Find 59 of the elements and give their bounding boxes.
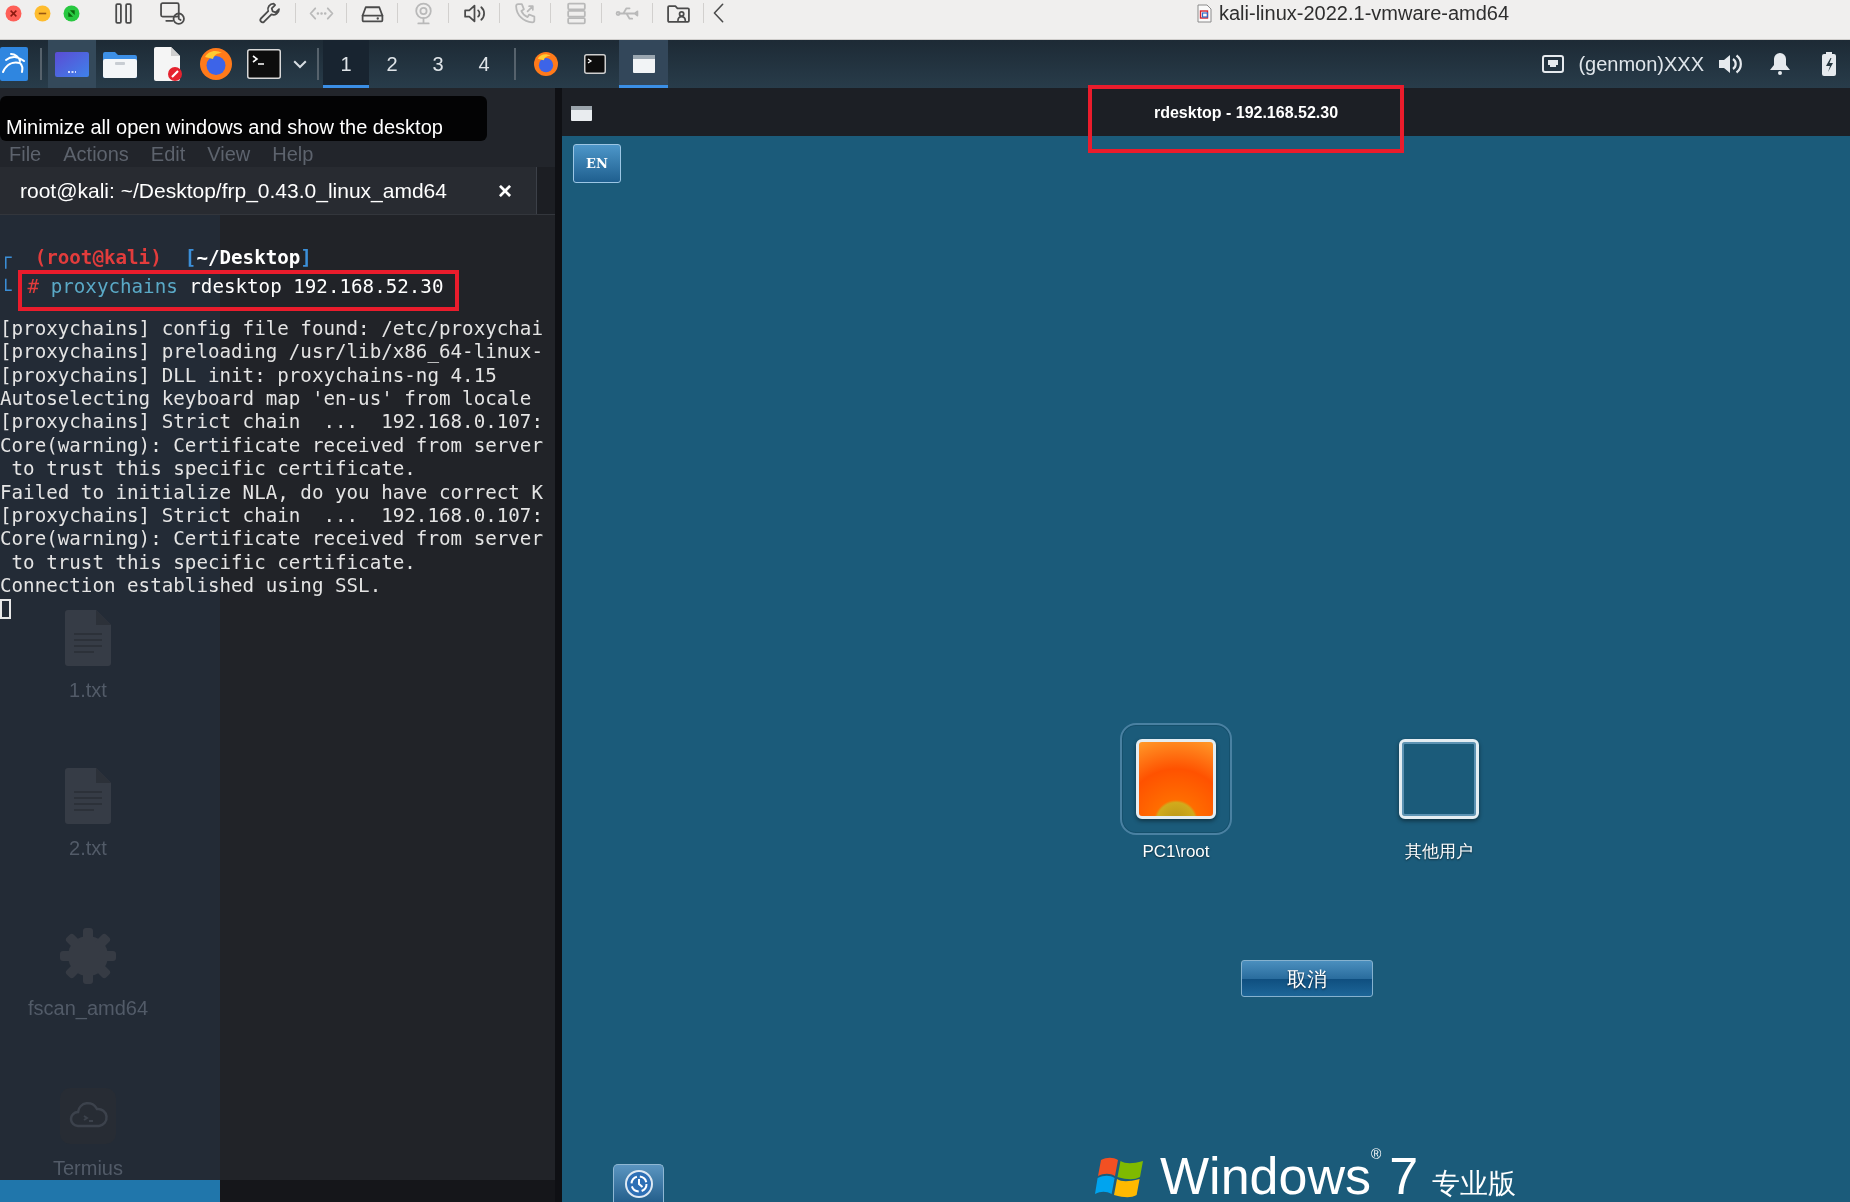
command-arguments: rdesktop 192.168.52.30: [189, 275, 444, 299]
monitor-clock-icon[interactable]: [159, 0, 185, 26]
panel-monitor-text[interactable]: (genmon)XXX: [1578, 49, 1704, 79]
window-icon[interactable]: [632, 55, 655, 73]
volume-icon[interactable]: [1718, 52, 1742, 76]
document-pencil-icon[interactable]: [154, 47, 182, 81]
output-line: Connection established using SSL.: [0, 574, 382, 598]
output-line: [proxychains] preloading /usr/lib/x86_64-linux-: [0, 340, 543, 364]
output-line: Core(warning): Certificate received from server: [0, 527, 543, 551]
workspace-tab[interactable]: 3: [415, 40, 461, 88]
prompt-corner: └: [0, 278, 12, 303]
user-tile[interactable]: 其他用户: [1359, 723, 1519, 863]
battery-charging-icon[interactable]: [1822, 52, 1836, 76]
output-line: Autoselecting keyboard map 'en-us' from locale: [0, 386, 532, 411]
empty-frame-icon: [1399, 739, 1479, 819]
output-line: Failed to initialize NLA, do you have correct K: [0, 480, 543, 504]
tooltip: Minimize all open windows and show the desktop: [0, 96, 487, 141]
ease-of-access-button[interactable]: [613, 1164, 664, 1202]
edition-label: 专业版: [1432, 1167, 1517, 1201]
window-title: rdesktop - 192.168.52.30: [1153, 103, 1339, 123]
prompt-path: [~/Desktop]: [184, 246, 312, 270]
output-line: [proxychains] Strict chain ... 192.168.0.107:: [0, 503, 543, 528]
document-icon: [1197, 3, 1212, 23]
prompt-corner: ┌: [0, 246, 12, 270]
bell-icon[interactable]: [1770, 53, 1790, 75]
terminal-icon[interactable]: [247, 49, 281, 79]
folder-icon[interactable]: [103, 50, 137, 78]
terminal-icon[interactable]: [583, 54, 606, 74]
keyboard-language-button[interactable]: EN: [573, 144, 621, 183]
output-line: Core(warning): Certificate received from server: [0, 433, 543, 458]
workspace-tab[interactable]: 4: [461, 40, 507, 88]
wrench-icon[interactable]: [257, 0, 283, 26]
output-line: [proxychains] Strict chain ... 192.168.0.107:: [0, 410, 543, 434]
dragon-logo-icon[interactable]: [0, 47, 28, 81]
minimize-window-icon[interactable]: [34, 4, 51, 22]
caret-icon[interactable]: [293, 59, 307, 69]
brand-name: Windows$^{®}$: [1160, 1150, 1382, 1202]
workspace-tab[interactable]: 1: [323, 40, 369, 88]
window-title: kali-linux-2022.1-vmware-amd64: [1219, 1, 1510, 25]
flag-logo-icon: [1095, 1156, 1145, 1200]
task-button[interactable]: [619, 40, 668, 88]
globe-flame-icon[interactable]: [200, 48, 232, 80]
globe-flame-icon[interactable]: [533, 52, 558, 76]
workspace-tab[interactable]: 2: [369, 40, 415, 88]
terminal-tab[interactable]: root@kali: ~/Desktop/frp_0.43.0_linux_amd64 ×: [0, 167, 537, 214]
close-tab-button[interactable]: ×: [498, 178, 512, 203]
output-line: to trust this specific certificate.: [10, 550, 416, 575]
cancel-button[interactable]: 取消: [1241, 960, 1373, 997]
close-window-icon[interactable]: [5, 4, 22, 22]
version-number: 7: [1389, 1150, 1419, 1202]
output-line: [proxychains] config file found: /etc/proxychai: [0, 316, 543, 341]
output-line: to trust this specific certificate.: [10, 457, 416, 481]
network-port-icon[interactable]: [1542, 55, 1565, 73]
prompt-symbol: #: [27, 275, 40, 299]
command-name: proxychains: [50, 275, 178, 299]
zoom-window-icon[interactable]: [63, 4, 80, 22]
accessibility-clock-icon[interactable]: [624, 1169, 653, 1198]
output-line: [proxychains] DLL init: proxychains-ng 4.15: [0, 363, 497, 387]
prompt-user: (root@kali): [34, 246, 162, 270]
